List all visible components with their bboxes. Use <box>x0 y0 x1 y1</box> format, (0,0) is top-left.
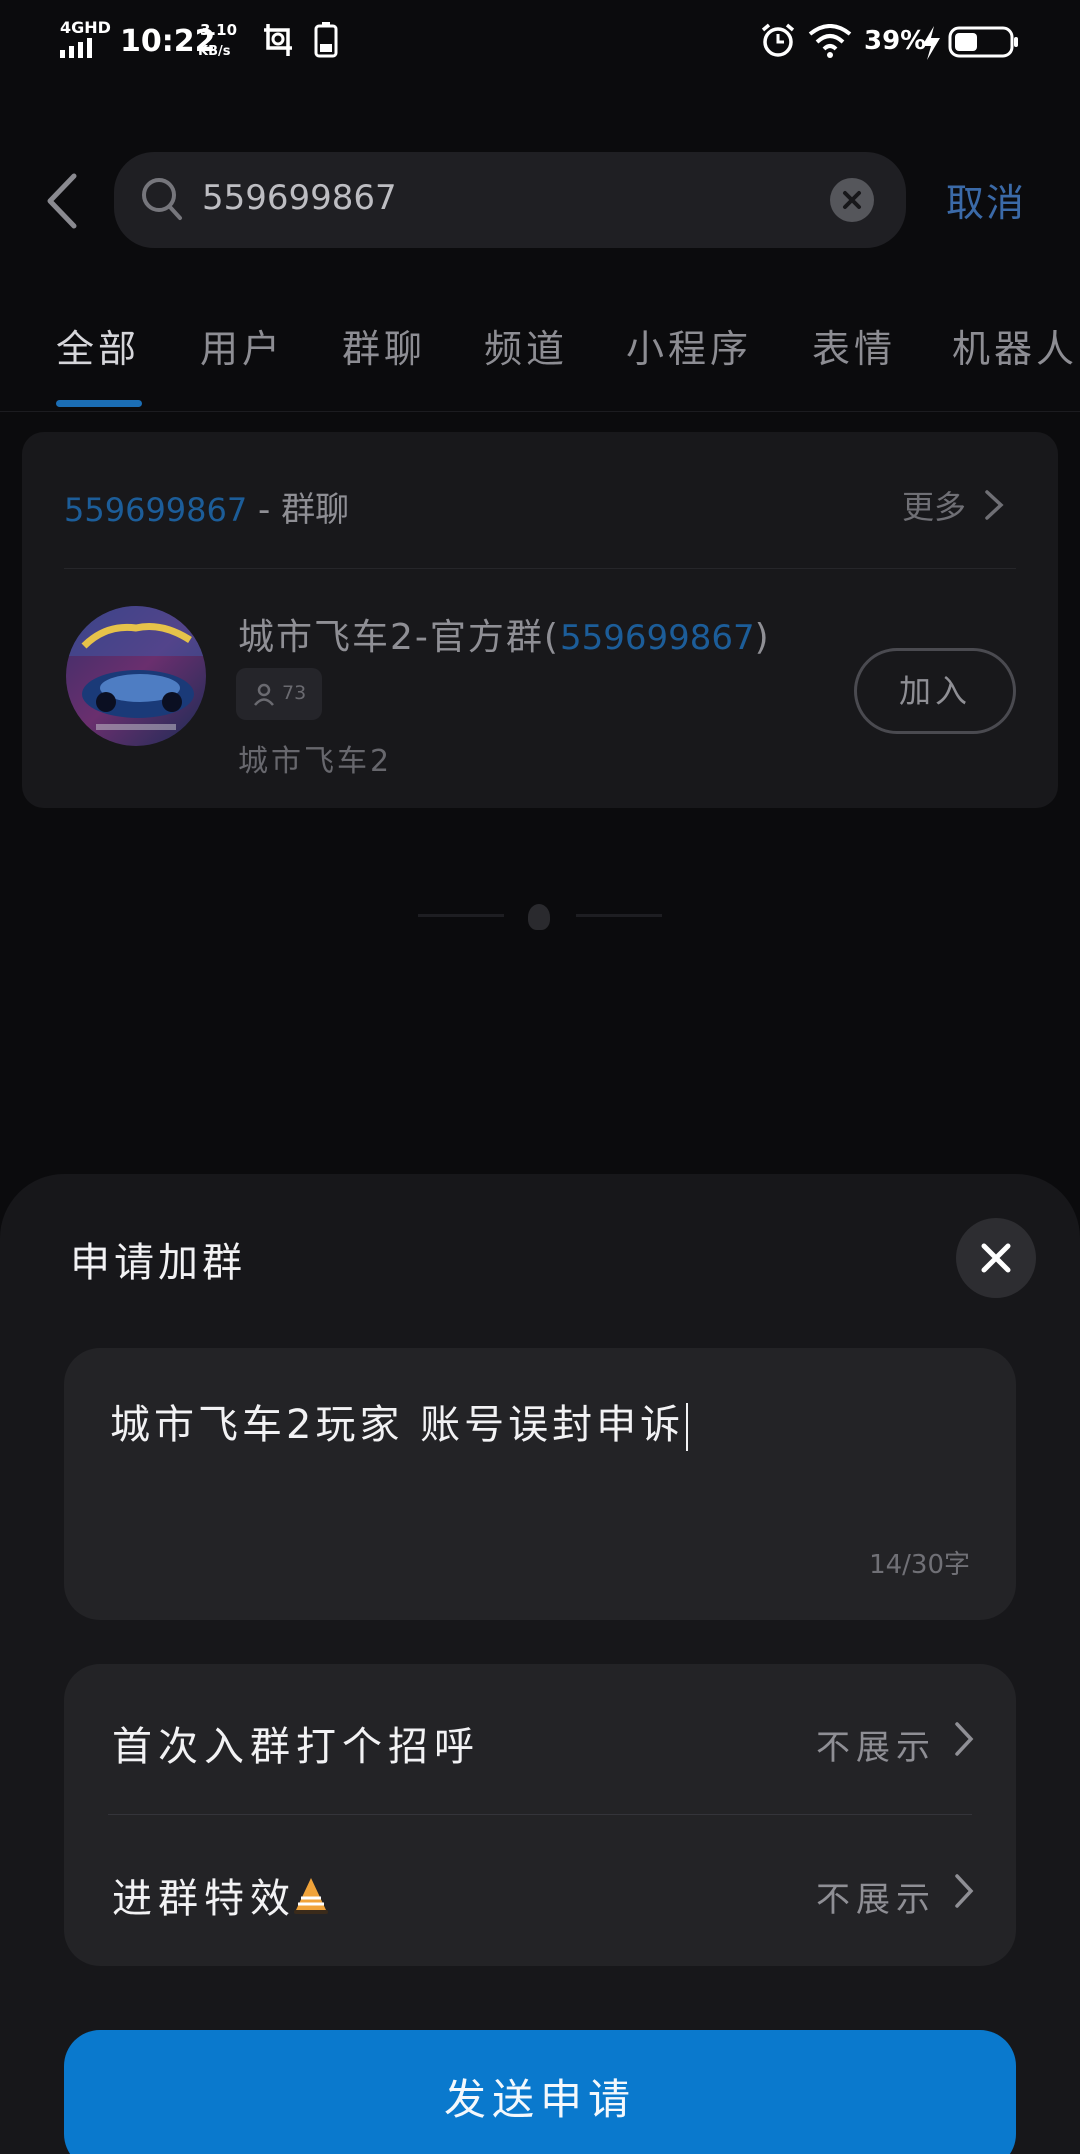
effect-cone-icon <box>294 1878 328 1914</box>
greeting-option-row[interactable]: 首次入群打个招呼 不展示 <box>64 1664 1016 1814</box>
alarm-icon <box>761 23 795 57</box>
more-label: 更多 <box>902 488 967 526</box>
screenshot-icon <box>264 24 292 56</box>
clear-search-button[interactable] <box>830 178 874 222</box>
join-effect-option-row[interactable]: 进群特效 不展示 <box>64 1816 1016 1966</box>
cancel-button[interactable]: 取消 <box>946 172 1026 227</box>
group-result-card: 559699867 - 群聊 更多 城市飞车2-官方群(559699867) 7… <box>22 432 1058 808</box>
tab-bots[interactable]: 机器人 <box>952 318 1078 373</box>
group-avatar[interactable] <box>66 606 206 746</box>
option-label: 进群特效 <box>112 1866 330 1924</box>
close-sheet-button[interactable] <box>956 1218 1036 1298</box>
group-name[interactable]: 城市飞车2-官方群(559699867) <box>238 608 771 660</box>
search-field[interactable]: 559699867 <box>114 152 906 248</box>
group-id-highlight: 559699867 <box>559 618 755 658</box>
wifi-icon <box>808 24 852 58</box>
option-label: 首次入群打个招呼 <box>112 1724 480 1770</box>
category-label: - 群聊 <box>247 490 350 530</box>
join-request-sheet: 申请加群 城市飞车2玩家 账号误封申诉 14/30字 首次入群打个招呼 不展示 … <box>0 1174 1080 2154</box>
text-cursor <box>686 1403 689 1451</box>
group-name-prefix: 城市飞车2-官方群( <box>238 617 560 658</box>
end-divider-line <box>418 914 504 917</box>
chevron-left-icon <box>47 173 77 229</box>
tab-channels[interactable]: 频道 <box>484 318 568 373</box>
member-count: 73 <box>282 682 307 704</box>
search-icon <box>142 178 182 220</box>
option-value: 不展示 <box>816 1880 936 1920</box>
send-request-button[interactable]: 发送申请 <box>64 2030 1016 2154</box>
back-button[interactable] <box>40 166 84 236</box>
end-divider-line <box>576 914 662 917</box>
tab-groups[interactable]: 群聊 <box>342 318 426 373</box>
tab-stickers[interactable]: 表情 <box>812 318 896 373</box>
active-tab-indicator <box>56 400 142 407</box>
status-bar: 4GHD 10:22 3.10 KB/s 39% <box>0 0 1080 86</box>
charging-icon <box>922 26 940 60</box>
option-value: 不展示 <box>816 1728 936 1768</box>
chevron-right-icon <box>955 1874 974 1908</box>
request-message-input[interactable]: 城市飞车2玩家 账号误封申诉 <box>110 1392 689 1451</box>
net-speed-unit: KB/s <box>198 44 231 59</box>
join-button[interactable]: 加入 <box>854 648 1016 734</box>
keyword-highlight: 559699867 <box>64 491 248 529</box>
mascot-icon <box>528 904 550 930</box>
chevron-right-icon <box>985 490 1004 520</box>
tab-all[interactable]: 全部 <box>56 318 140 373</box>
divider <box>64 568 1016 569</box>
member-count-badge: 73 <box>236 668 322 720</box>
close-icon <box>843 191 861 209</box>
divider <box>108 1814 972 1815</box>
more-link[interactable]: 更多 <box>902 482 1006 528</box>
search-input[interactable]: 559699867 <box>202 178 397 218</box>
request-message-text: 城市飞车2玩家 账号误封申诉 <box>110 1402 685 1448</box>
network-type: 4GHD <box>60 18 111 37</box>
option-label-text: 进群特效 <box>112 1876 296 1922</box>
battery-percent: 39% <box>864 26 927 56</box>
tab-users[interactable]: 用户 <box>200 318 284 373</box>
group-name-suffix: ) <box>754 617 771 658</box>
result-section-header: 559699867 - 群聊 <box>64 482 349 531</box>
group-description: 城市飞车2 <box>238 744 393 779</box>
close-icon <box>981 1243 1011 1273</box>
char-counter: 14/30字 <box>869 1550 970 1580</box>
search-tabs: 全部 用户 群聊 频道 小程序 表情 机器人 <box>0 318 1080 412</box>
game-cover-image <box>66 606 206 746</box>
sheet-title: 申请加群 <box>70 1240 246 1286</box>
tab-mini-programs[interactable]: 小程序 <box>626 318 752 373</box>
battery-icon <box>948 26 1018 58</box>
phone-battery-icon <box>314 22 338 58</box>
options-card: 首次入群打个招呼 不展示 进群特效 不展示 <box>64 1664 1016 1966</box>
signal-icon <box>60 38 92 58</box>
net-speed-value: 3.10 <box>200 21 238 39</box>
person-icon <box>254 683 274 706</box>
request-message-field[interactable]: 城市飞车2玩家 账号误封申诉 14/30字 <box>64 1348 1016 1620</box>
chevron-right-icon <box>955 1722 974 1756</box>
